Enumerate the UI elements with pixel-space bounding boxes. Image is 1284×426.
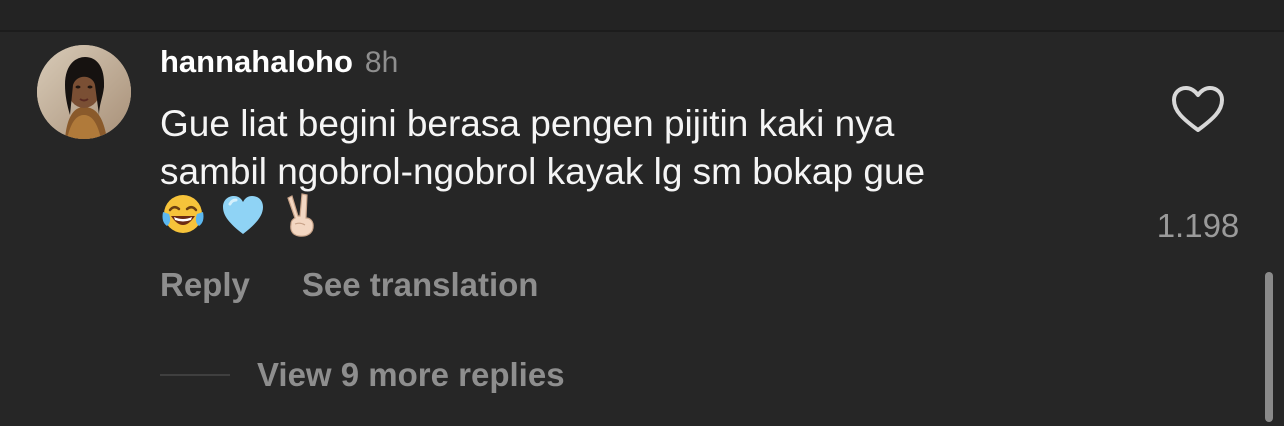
like-control[interactable]: 1.198: [1157, 82, 1239, 244]
comment-item: hannahaloho 8h Gue liat begini berasa pe…: [0, 32, 1284, 426]
comment-actions: Reply See translation: [160, 266, 538, 304]
timestamp: 8h: [364, 46, 399, 79]
light-blue-heart-icon: [223, 196, 263, 234]
previous-content-area: [0, 0, 1284, 30]
comment-text: Gue liat begini berasa pengen pijitin ka…: [160, 103, 926, 192]
view-replies-button[interactable]: View 9 more replies: [160, 356, 565, 394]
face-with-tears-of-joy-icon: [162, 195, 204, 233]
heart-icon[interactable]: [1170, 84, 1226, 134]
comment-header: hannahaloho 8h: [160, 44, 398, 84]
avatar-image: [37, 45, 131, 139]
reply-button[interactable]: Reply: [160, 266, 250, 304]
emoji-row: [160, 190, 326, 240]
like-count: 1.198: [1156, 207, 1240, 244]
avatar[interactable]: [37, 45, 131, 139]
username[interactable]: hannahaloho: [160, 44, 353, 80]
view-replies-label: View 9 more replies: [257, 356, 565, 393]
replies-line: [160, 374, 230, 376]
scrollbar[interactable]: [1265, 272, 1273, 422]
victory-hand-icon: [287, 193, 314, 237]
see-translation-button[interactable]: See translation: [302, 266, 539, 304]
